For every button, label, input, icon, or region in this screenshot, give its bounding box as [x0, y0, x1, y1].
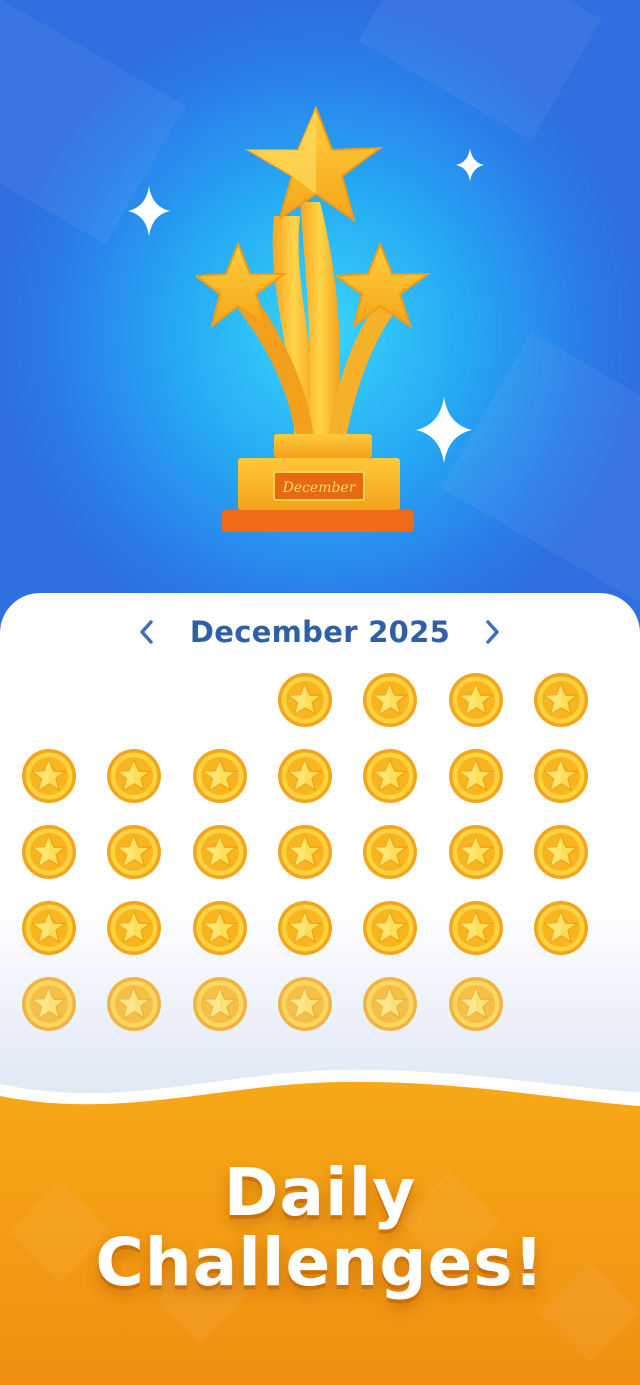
calendar-day-29[interactable]: [277, 976, 333, 1032]
calendar-day-20[interactable]: [106, 900, 162, 956]
calendar-day-11[interactable]: [533, 748, 589, 804]
calendar-day-9[interactable]: [362, 748, 418, 804]
sparkle-icon: [128, 186, 170, 236]
star-coin-icon: [533, 749, 588, 803]
star-coin-icon: [22, 977, 76, 1031]
month-header: December 2025: [0, 612, 640, 652]
star-coin-icon: [448, 977, 503, 1031]
star-coin-icon: [448, 825, 503, 879]
chevron-right-icon: [486, 620, 499, 644]
calendar-day-26[interactable]: [21, 976, 77, 1032]
headline: Daily Challenges!: [0, 1158, 640, 1298]
hero-banner: December: [0, 0, 640, 640]
calendar-day-3[interactable]: [448, 672, 504, 728]
calendar-day-24[interactable]: [448, 900, 504, 956]
star-coin-icon: [192, 749, 247, 803]
star-coin-icon: [107, 901, 162, 955]
calendar-day-27[interactable]: [106, 976, 162, 1032]
star-coin-icon: [277, 673, 332, 727]
calendar-day-10[interactable]: [448, 748, 504, 804]
star-coin-icon: [22, 825, 76, 879]
calendar-day-30[interactable]: [362, 976, 418, 1032]
calendar-day-18[interactable]: [533, 824, 589, 880]
calendar-day-1[interactable]: [277, 672, 333, 728]
star-coin-icon: [192, 825, 247, 879]
star-coin-icon: [22, 901, 76, 955]
star-coin-icon: [448, 749, 503, 803]
star-coin-icon: [363, 901, 418, 955]
calendar-day-19[interactable]: [21, 900, 77, 956]
background-facet: [441, 332, 640, 608]
calendar-day-31[interactable]: [448, 976, 504, 1032]
star-coin-icon: [363, 825, 418, 879]
star-coin-icon: [277, 977, 332, 1031]
star-coin-icon: [277, 749, 332, 803]
star-coin-icon: [107, 825, 162, 879]
star-coin-icon: [533, 825, 588, 879]
next-month-button[interactable]: [472, 612, 512, 652]
calendar-day-21[interactable]: [192, 900, 248, 956]
star-coin-icon: [533, 673, 588, 727]
headline-line-2: Challenges!: [95, 1224, 545, 1301]
star-coin-icon: [363, 673, 418, 727]
star-coin-icon: [448, 673, 503, 727]
star-coin-icon: [363, 749, 418, 803]
calendar-day-23[interactable]: [362, 900, 418, 956]
calendar-day-15[interactable]: [277, 824, 333, 880]
star-coin-icon: [277, 825, 332, 879]
sparkle-icon: [456, 148, 484, 182]
calendar-day-6[interactable]: [106, 748, 162, 804]
month-title: December 2025: [189, 615, 451, 649]
star-coin-icon: [448, 901, 503, 955]
star-coin-icon: [533, 901, 588, 955]
calendar-day-7[interactable]: [192, 748, 248, 804]
star-coin-icon: [277, 901, 332, 955]
calendar-day-14[interactable]: [192, 824, 248, 880]
calendar-day-17[interactable]: [448, 824, 504, 880]
star-trophy-icon: [196, 106, 432, 532]
calendar-day-2[interactable]: [362, 672, 418, 728]
calendar-day-22[interactable]: [277, 900, 333, 956]
calendar-day-8[interactable]: [277, 748, 333, 804]
calendar-day-4[interactable]: [533, 672, 589, 728]
star-coin-icon: [363, 977, 418, 1031]
calendar-day-12[interactable]: [21, 824, 77, 880]
calendar-day-13[interactable]: [106, 824, 162, 880]
star-coin-icon: [107, 977, 162, 1031]
calendar-day-25[interactable]: [533, 900, 589, 956]
headline-line-1: Daily: [223, 1154, 417, 1231]
star-coin-icon: [107, 749, 162, 803]
calendar-day-5[interactable]: [21, 748, 77, 804]
trophy-plaque-text: December: [282, 480, 356, 496]
star-coin-icon: [22, 749, 76, 803]
star-coin-icon: [192, 901, 247, 955]
calendar-day-28[interactable]: [192, 976, 248, 1032]
calendar-day-16[interactable]: [362, 824, 418, 880]
prev-month-button[interactable]: [127, 612, 167, 652]
star-coin-icon: [192, 977, 247, 1031]
chevron-left-icon: [140, 620, 153, 644]
